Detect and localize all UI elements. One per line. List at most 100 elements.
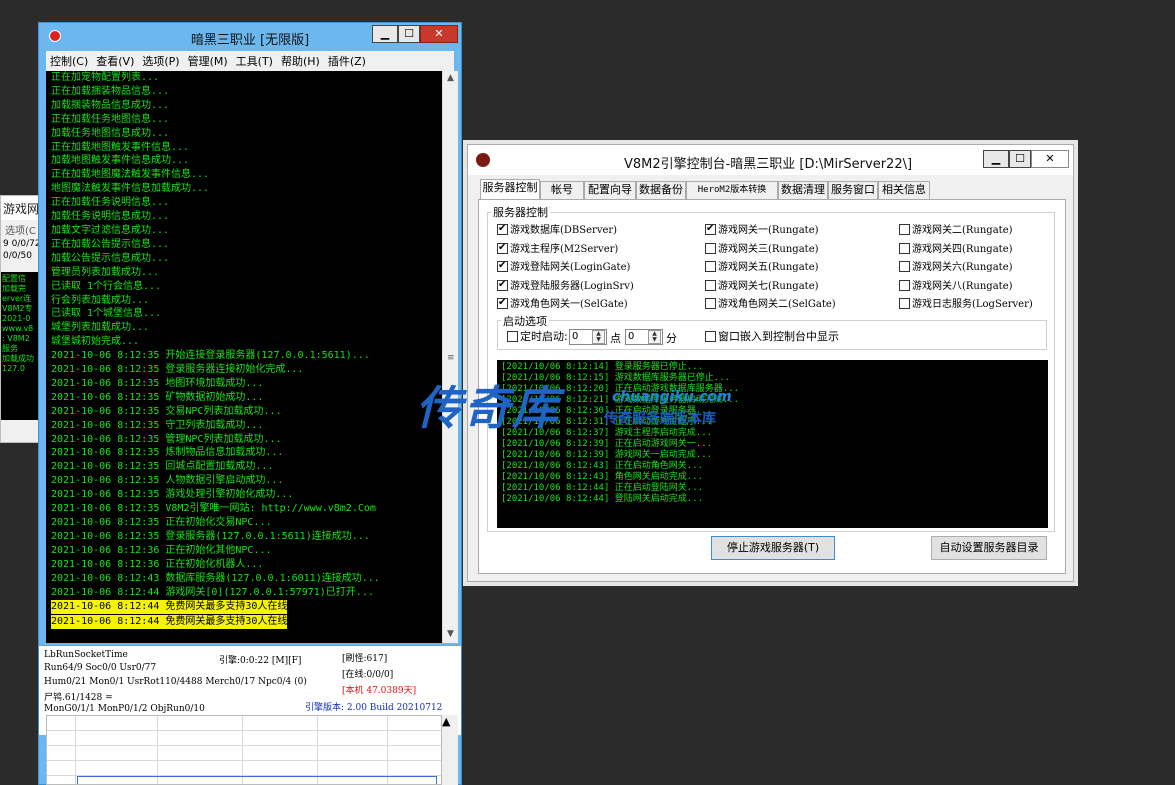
tab-service-window[interactable]: 服务窗口 [828, 181, 878, 199]
checkbox-icon[interactable] [705, 261, 716, 272]
checkbox-icon[interactable] [705, 279, 716, 291]
console-log-line: [2021/10/06 8:12:44] 正在启动登陆网关... [501, 483, 704, 493]
grid-selected-cell[interactable] [77, 776, 437, 784]
m2-server-window[interactable]: 暗黑三职业 [无限版] ▁ ☐ ✕ 控制(C) 查看(V) 选项(P) 管理(M) 工具… [38, 22, 462, 785]
spinner-arrows-icon[interactable]: ▲ ▼ [648, 330, 661, 344]
checkbox-icon[interactable] [705, 331, 716, 342]
minute-unit-label: 分 [666, 332, 677, 345]
menu-help[interactable]: 帮助(H) [277, 51, 324, 69]
server-checkbox[interactable]: 游戏网关六(Rungate) [899, 261, 1013, 275]
tab-related-info[interactable]: 相关信息 [878, 181, 930, 199]
server-checkbox-label: 游戏网关一(Rungate) [718, 225, 819, 236]
server-checkbox[interactable]: 游戏网关四(Rungate) [899, 242, 1013, 257]
server-checkbox[interactable]: 游戏日志服务(LogServer) [899, 298, 1033, 312]
menu-bar: 控制(C) 查看(V) 选项(P) 管理(M) 工具(T) 帮助(H) 插件(Z) [46, 51, 454, 71]
server-checkbox[interactable]: 游戏角色网关一(SelGate) [497, 296, 628, 312]
minimize-button[interactable]: ▁ [372, 25, 398, 43]
menu-manage[interactable]: 管理(M) [184, 51, 232, 69]
grid-scrollbar[interactable]: ▲ [442, 715, 458, 785]
auto-set-directory-button[interactable]: 自动设置服务器目录 [931, 536, 1047, 560]
checkbox-icon[interactable] [899, 279, 910, 291]
timed-start-checkbox[interactable]: 定时启动: [507, 330, 568, 344]
console-log[interactable]: [2021/10/06 8:12:14] 登录服务器已停止... [2021/10… [497, 360, 1048, 528]
menu-plugins[interactable]: 插件(Z) [324, 51, 370, 69]
server-checkbox-label: 游戏登陆网关(LoginGate) [510, 262, 631, 273]
server-checkbox[interactable]: 游戏网关八(Rungate) [899, 279, 1013, 294]
background-log-line: 127.0 [2, 364, 25, 373]
checkbox-icon[interactable] [899, 261, 910, 272]
startup-options-title: 启动选项 [501, 313, 549, 329]
checkbox-icon[interactable] [705, 242, 716, 254]
grid-row[interactable] [47, 731, 441, 746]
log-line: 2021-10-06 8:12:35 登录服务器(127.0.0.1:5611)… [51, 530, 370, 542]
background-log-line: 配置信 [2, 274, 26, 283]
menu-tools[interactable]: 工具(T) [232, 51, 277, 69]
checkbox-checked-icon[interactable] [497, 222, 508, 236]
close-button[interactable]: ✕ [420, 25, 458, 43]
server-checkbox[interactable]: 游戏登陆服务器(LoginSrv) [497, 278, 634, 294]
log-line: 2021-10-06 8:12:35 地图环境加载成功... [51, 377, 264, 389]
server-checkbox[interactable]: 游戏网关五(Rungate) [705, 261, 819, 275]
server-checkbox[interactable]: 游戏主程序(M2Server) [497, 241, 618, 257]
server-checkbox[interactable]: 游戏网关二(Rungate) [899, 224, 1013, 238]
spinner-arrows-icon[interactable]: ▲ ▼ [592, 330, 605, 344]
scroll-up-icon[interactable]: ▲ [443, 71, 458, 86]
server-checkbox[interactable]: 游戏网关一(Rungate) [705, 222, 819, 238]
tab-config-wizard[interactable]: 配置向导 [584, 181, 636, 199]
online-count: [在线:0/0/0] [342, 670, 394, 680]
checkbox-icon[interactable] [899, 224, 910, 235]
log-line: 地图魔法触发事件信息加载成功... [51, 183, 210, 195]
log-line: 正在加载公告提示信息... [51, 238, 170, 250]
checkbox-icon[interactable] [899, 242, 910, 254]
title-bar[interactable]: 暗黑三职业 [无限版] ▁ ☐ ✕ [39, 23, 461, 49]
checkbox-icon[interactable] [705, 298, 716, 309]
checkbox-checked-icon[interactable] [497, 278, 508, 292]
scroll-grip-icon[interactable]: ≡ [447, 353, 455, 363]
tab-account[interactable]: 帐号 [540, 181, 584, 199]
scroll-up-icon[interactable]: ▲ [442, 715, 450, 728]
embed-window-checkbox[interactable]: 窗口嵌入到控制台中显示 [705, 330, 839, 344]
checkbox-icon[interactable] [899, 298, 910, 309]
grid-column-line [317, 716, 318, 784]
grid-row[interactable] [47, 716, 441, 731]
checkbox-checked-icon[interactable] [497, 259, 508, 273]
tab-data-cleanup[interactable]: 数据清理 [778, 181, 828, 199]
server-checkbox[interactable]: 游戏网关七(Rungate) [705, 279, 819, 294]
title-bar[interactable]: V8M2引擎控制台-暗黑三职业 [D:\MirServer22\] ▁ ☐ ✕ [468, 145, 1073, 175]
server-checkbox[interactable]: 游戏角色网关二(SelGate) [705, 298, 836, 312]
log-line: 加载任务说明信息成功... [51, 211, 170, 223]
server-checkbox[interactable]: 游戏登陆网关(LoginGate) [497, 259, 631, 275]
menu-view[interactable]: 查看(V) [92, 51, 138, 69]
maximize-button[interactable]: ☐ [398, 25, 420, 43]
status-line: Hum0/21 Mon0/1 UsrRot110/4488 Merch0/17 … [44, 677, 307, 687]
server-control-panel: 服务器控制 游戏数据库(DBServer) 游戏网关一(Rungate) 游戏网关二… [478, 199, 1066, 574]
checkbox-icon[interactable] [507, 331, 518, 342]
tab-data-backup[interactable]: 数据备份 [636, 181, 686, 199]
server-log[interactable]: 正在加宠物配置列表... 正在加载捆装物品信息... 加载捆装物品信息成功... 正在… [46, 71, 442, 643]
menu-options[interactable]: 选项(P) [138, 51, 183, 69]
grid-column-line [157, 716, 158, 784]
minimize-button[interactable]: ▁ [983, 150, 1009, 168]
grid-row[interactable] [47, 761, 441, 776]
scroll-down-icon[interactable]: ▼ [443, 627, 458, 642]
server-checkbox[interactable]: 游戏数据库(DBServer) [497, 222, 617, 238]
background-window-menu[interactable]: 选项(C [1, 220, 39, 238]
checkbox-checked-icon[interactable] [705, 222, 716, 236]
log-scrollbar[interactable]: ▲ ≡ ▼ [442, 71, 458, 643]
close-button[interactable]: ✕ [1031, 150, 1069, 168]
maximize-button[interactable]: ☐ [1009, 150, 1031, 168]
console-log-line: [2021/10/06 8:12:21] 游戏数据库服务器启动完成... [501, 395, 740, 405]
data-grid[interactable] [46, 715, 442, 785]
server-checkbox-label: 游戏登陆服务器(LoginSrv) [510, 280, 634, 292]
grid-row[interactable] [47, 746, 441, 761]
checkbox-checked-icon[interactable] [497, 241, 508, 255]
server-checkbox[interactable]: 游戏网关三(Rungate) [705, 242, 819, 257]
tab-herom2-convert[interactable]: HeroM2版本转换 [686, 181, 778, 199]
engine-console-window[interactable]: V8M2引擎控制台-暗黑三职业 [D:\MirServer22\] ▁ ☐ ✕ … [467, 144, 1074, 582]
console-log-line: [2021/10/06 8:12:39] 正在启动游戏网关一... [501, 439, 713, 449]
menu-control[interactable]: 控制(C) [46, 51, 92, 69]
tab-server-control[interactable]: 服务器控制 [480, 179, 540, 199]
stop-server-button[interactable]: 停止游戏服务器(T) [711, 536, 835, 560]
checkbox-checked-icon[interactable] [497, 296, 508, 310]
background-window[interactable]: 游戏网 选项(C 9 0/0/72 0/0/50 配置信 加载完 erver连 … [0, 195, 40, 443]
